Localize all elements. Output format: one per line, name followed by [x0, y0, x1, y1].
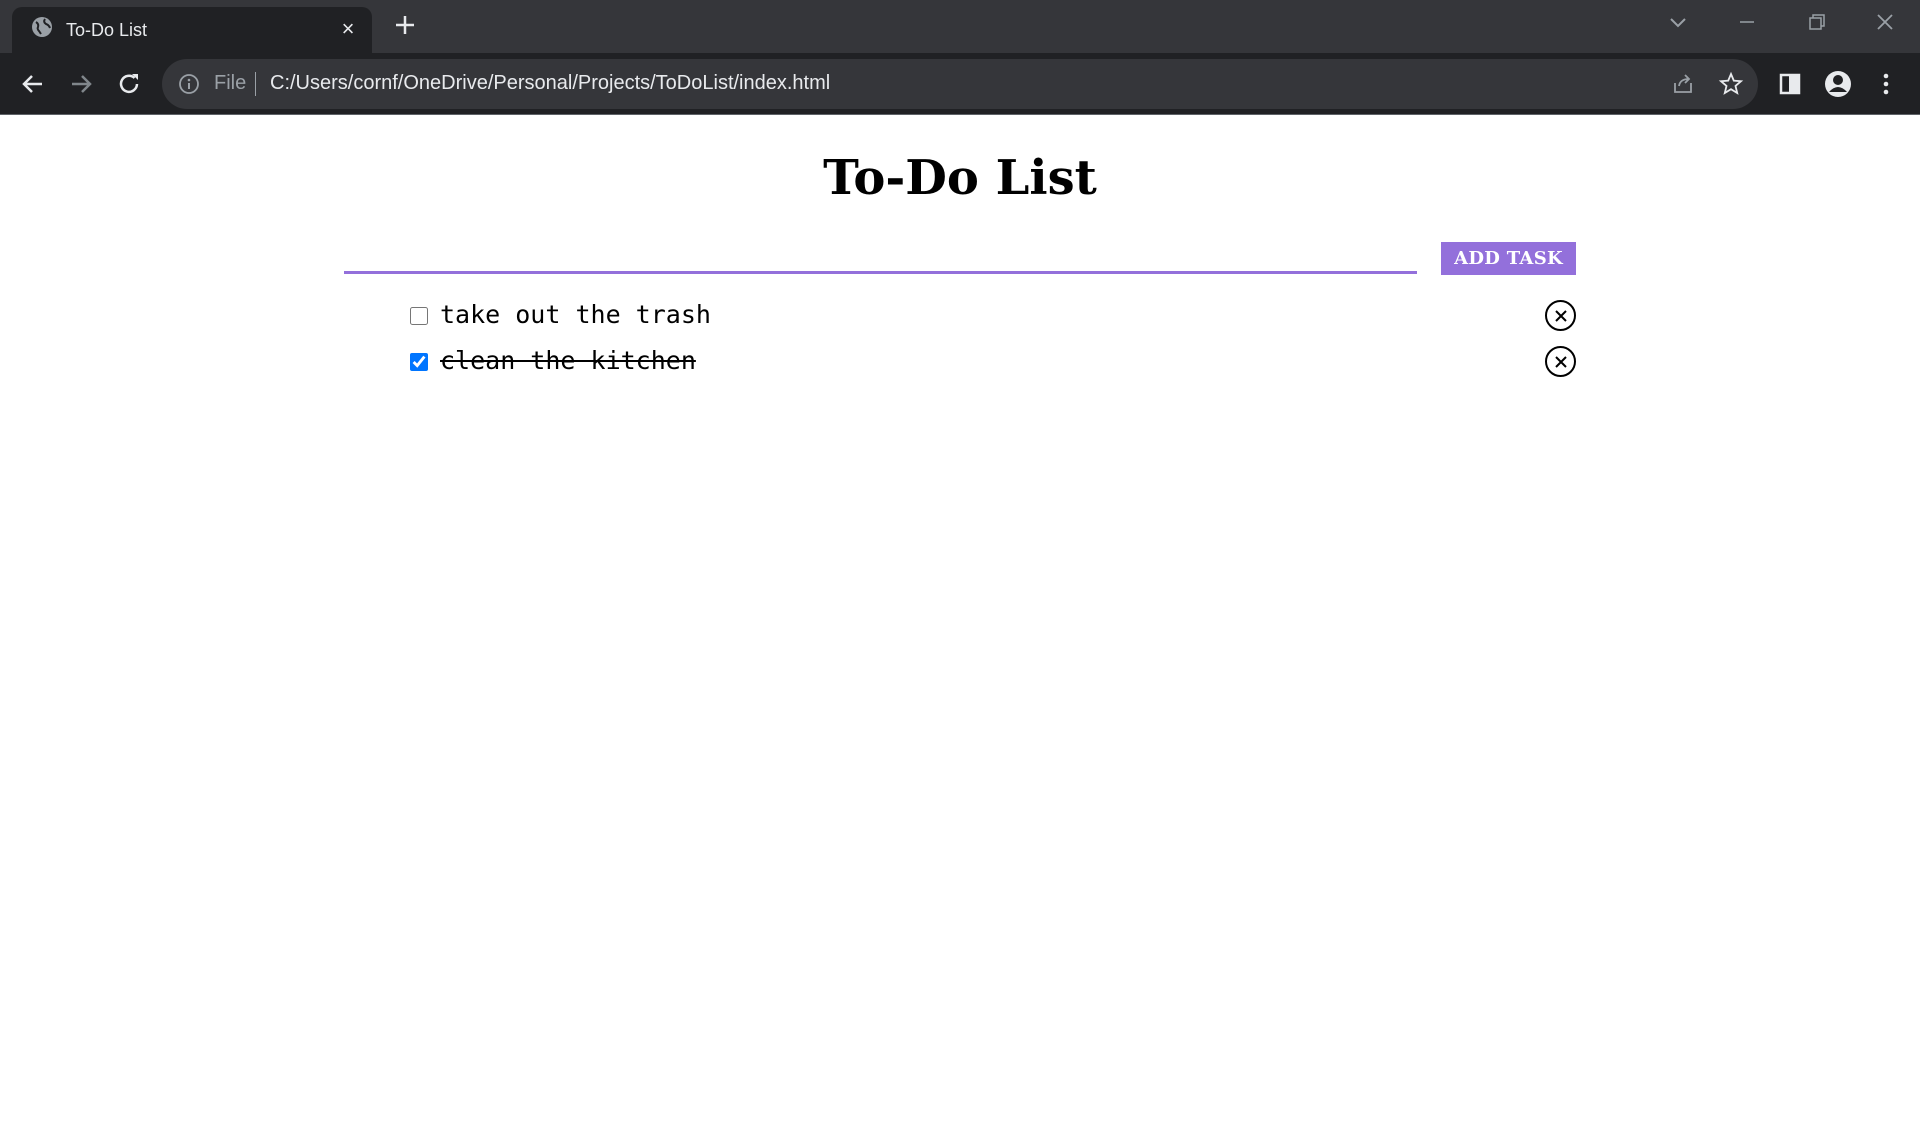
star-icon[interactable]: [1718, 71, 1744, 97]
side-panel-icon[interactable]: [1774, 68, 1806, 100]
tab-title: To-Do List: [66, 20, 148, 40]
close-icon: [1554, 309, 1567, 322]
close-window-icon[interactable]: [1865, 8, 1905, 38]
tab-close-button[interactable]: ×: [337, 18, 359, 40]
task-input[interactable]: [344, 240, 1417, 274]
page-title: To-Do List: [823, 150, 1097, 206]
delete-task-button[interactable]: [1545, 300, 1576, 331]
task-item: clean the kitchen: [410, 342, 1578, 380]
globe-icon: [32, 17, 52, 37]
task-checkbox[interactable]: [410, 307, 428, 325]
profile-avatar-icon[interactable]: [1822, 68, 1854, 100]
share-icon[interactable]: [1670, 71, 1696, 97]
add-task-button[interactable]: ADD TASK: [1441, 242, 1576, 275]
tab-search-chevron-icon[interactable]: [1658, 8, 1698, 38]
info-icon[interactable]: [178, 73, 200, 95]
forward-arrow-icon[interactable]: [65, 68, 97, 100]
delete-task-button[interactable]: [1545, 346, 1576, 377]
browser-titlebar: To-Do List ×: [0, 0, 1920, 53]
address-bar[interactable]: File C:/Users/cornf/OneDrive/Personal/Pr…: [162, 59, 1758, 109]
plus-icon[interactable]: [390, 10, 420, 40]
task-item: take out the trash: [410, 296, 1578, 334]
task-text: clean the kitchen: [440, 346, 696, 375]
omnibox-divider: [255, 72, 256, 96]
browser-toolbar: File C:/Users/cornf/OneDrive/Personal/Pr…: [0, 53, 1920, 115]
browser-tab[interactable]: To-Do List ×: [12, 7, 372, 53]
reload-icon[interactable]: [113, 68, 145, 100]
kebab-menu-icon[interactable]: [1870, 68, 1902, 100]
restore-icon[interactable]: [1796, 8, 1836, 38]
url-text[interactable]: C:/Users/cornf/OneDrive/Personal/Project…: [270, 72, 830, 95]
scheme-label: File: [214, 72, 247, 94]
close-icon: [1554, 355, 1567, 368]
minimize-icon[interactable]: [1727, 8, 1767, 38]
task-text: take out the trash: [440, 300, 711, 329]
back-arrow-icon[interactable]: [17, 68, 49, 100]
page-content: To-Do List ADD TASK take out the trash c…: [0, 116, 1920, 1126]
task-checkbox[interactable]: [410, 353, 428, 371]
